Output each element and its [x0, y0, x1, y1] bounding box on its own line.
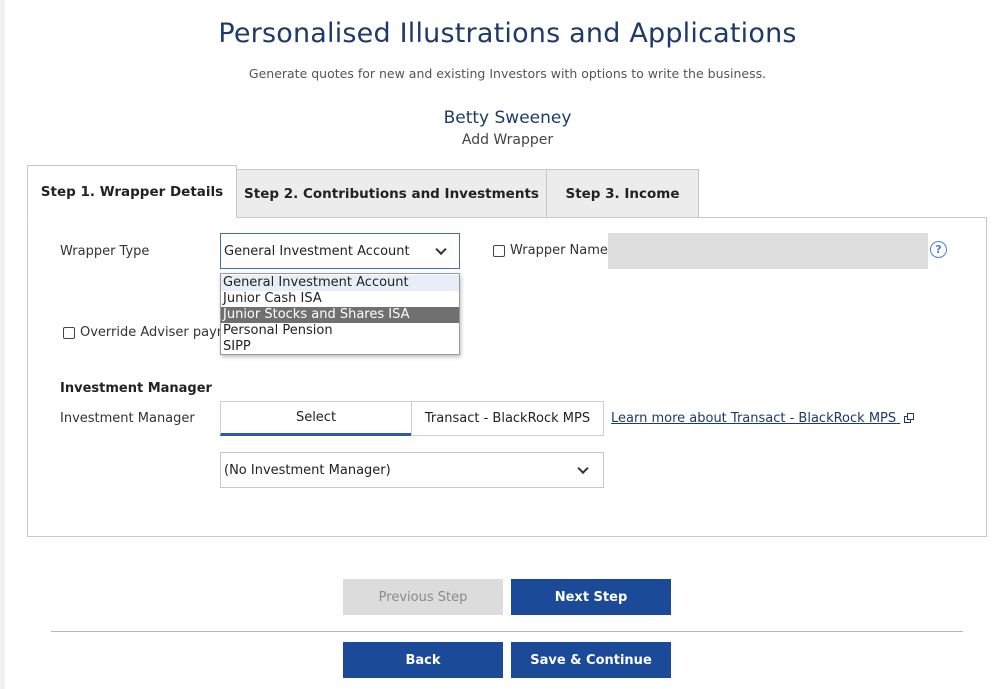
divider — [51, 631, 963, 632]
segment-select[interactable]: Select — [220, 401, 412, 436]
back-button[interactable]: Back — [343, 642, 503, 678]
page-subtitle: Generate quotes for new and existing Inv… — [248, 66, 767, 81]
investor-name: Betty Sweeney — [443, 108, 572, 128]
investment-manager-select[interactable]: (No Investment Manager) — [220, 452, 604, 488]
wrapper-type-select[interactable]: General Investment Account — [220, 233, 460, 269]
chevron-down-icon — [577, 462, 589, 475]
override-adviser-label: Override Adviser payme — [80, 325, 238, 340]
segment-label: Select — [295, 410, 337, 425]
tab-label: Step 1. Wrapper Details — [40, 183, 224, 200]
wrapper-name-label: Wrapper Name — [510, 243, 608, 258]
page-action-label: Add Wrapper — [461, 132, 554, 148]
wrapper-type-label: Wrapper Type — [60, 244, 150, 259]
chevron-down-icon — [435, 243, 447, 256]
tab-label: Step 2. Contributions and Investments — [244, 185, 539, 202]
dropdown-option-sipp[interactable]: SIPP — [221, 339, 459, 355]
wrapper-type-dropdown-list: General Investment Account Junior Cash I… — [220, 273, 460, 355]
investment-manager-value: (No Investment Manager) — [224, 462, 391, 478]
tab-income[interactable]: Step 3. Income — [546, 169, 699, 218]
dropdown-option-personal-pension[interactable]: Personal Pension — [221, 323, 459, 339]
tab-label: Step 3. Income — [565, 185, 680, 202]
dropdown-option-junior-cash-isa[interactable]: Junior Cash ISA — [221, 291, 459, 307]
override-adviser-checkbox[interactable] — [63, 327, 75, 339]
tab-contributions-investments[interactable]: Step 2. Contributions and Investments — [236, 169, 547, 218]
wrapper-name-input[interactable] — [608, 233, 928, 269]
wrapper-name-checkbox[interactable] — [493, 245, 505, 257]
save-continue-button[interactable]: Save & Continue — [511, 642, 671, 678]
wrapper-type-value: General Investment Account — [224, 243, 410, 259]
external-link-icon — [904, 413, 915, 423]
learn-more-link[interactable]: Learn more about Transact - BlackRock MP… — [611, 411, 915, 426]
previous-step-button[interactable]: Previous Step — [343, 579, 503, 615]
dropdown-option-general-investment-account[interactable]: General Investment Account — [221, 275, 459, 291]
tab-wrapper-details[interactable]: Step 1. Wrapper Details — [27, 165, 237, 218]
help-icon[interactable]: ? — [930, 241, 947, 258]
investment-manager-label: Investment Manager — [60, 411, 195, 426]
left-edge-strip — [0, 0, 5, 689]
learn-more-link-text: Learn more about Transact - BlackRock MP… — [611, 411, 897, 426]
segment-transact-blackrock-mps[interactable]: Transact - BlackRock MPS — [411, 401, 604, 436]
page-title: Personalised Illustrations and Applicati… — [218, 18, 797, 49]
dropdown-option-junior-stocks-shares-isa[interactable]: Junior Stocks and Shares ISA — [221, 307, 459, 323]
investment-manager-heading: Investment Manager — [60, 381, 212, 396]
segment-label: Transact - BlackRock MPS — [424, 411, 591, 426]
next-step-button[interactable]: Next Step — [511, 579, 671, 615]
